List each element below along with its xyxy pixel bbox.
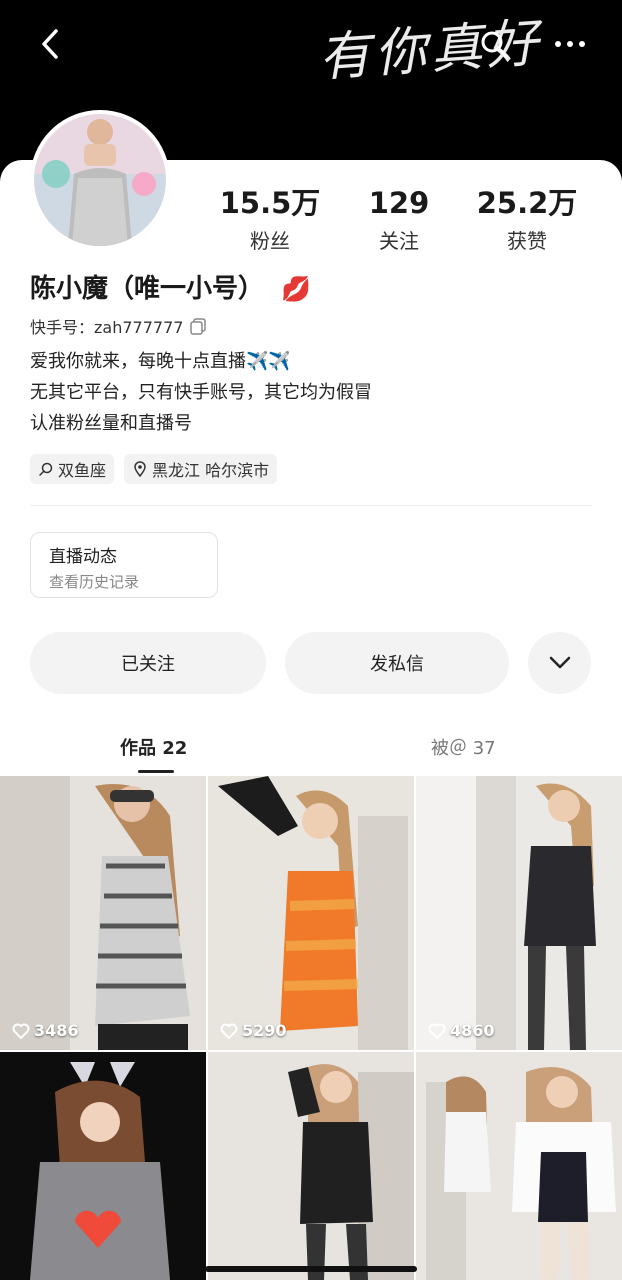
- bio-line: 认准粉丝量和直播号: [30, 413, 192, 434]
- like-count-text: 4860: [450, 1021, 495, 1040]
- like-count-text: 3486: [34, 1021, 79, 1040]
- post-thumbnail[interactable]: [416, 1052, 622, 1280]
- post-thumbnail[interactable]: [208, 1052, 414, 1280]
- profile-tags: 双鱼座 黑龙江 哈尔滨市: [30, 454, 278, 484]
- stat-followers[interactable]: 15.5万 粉丝: [205, 185, 335, 254]
- search-icon: [481, 31, 508, 58]
- divider: [30, 505, 592, 506]
- profile-stats: 15.5万 粉丝 129 关注 25.2万 获赞: [0, 185, 622, 255]
- post-thumbnail[interactable]: 3486: [0, 776, 206, 1050]
- tab-mentions[interactable]: 被＠ 37: [431, 734, 496, 760]
- like-count: 5290: [220, 1021, 287, 1040]
- active-tab-indicator: [138, 770, 174, 773]
- stat-following[interactable]: 129 关注: [334, 185, 464, 254]
- back-button[interactable]: [26, 20, 74, 68]
- stat-label: 关注: [379, 229, 419, 253]
- tab-works[interactable]: 作品 22: [120, 734, 187, 760]
- stat-label: 获赞: [507, 229, 547, 253]
- zodiac-icon: [39, 462, 53, 476]
- kuaishou-id: 快手号：zah777777: [30, 314, 207, 338]
- more-button[interactable]: [546, 20, 594, 68]
- expand-button[interactable]: [528, 632, 591, 694]
- message-button[interactable]: 发私信: [285, 632, 509, 694]
- live-card-title: 直播动态: [49, 547, 117, 567]
- heart-outline-icon: [220, 1023, 238, 1039]
- followed-button[interactable]: 已关注: [30, 632, 266, 694]
- profile-bio: 爱我你就来，每晚十点直播✈️✈️ 无其它平台，只有快手账号，其它均为假冒 认准粉…: [30, 346, 372, 439]
- chevron-down-icon: [549, 656, 570, 669]
- copy-icon: [190, 318, 207, 335]
- stat-value: 129: [368, 186, 430, 220]
- profile-name: 陈小魔（唯一小号） 💋: [30, 268, 311, 305]
- like-count: 3486: [12, 1021, 79, 1040]
- tag-location: 黑龙江 哈尔滨市: [124, 454, 278, 484]
- profile-name-text: 陈小魔（唯一小号）: [30, 274, 265, 304]
- post-thumbnail[interactable]: 5290: [208, 776, 414, 1050]
- like-count-text: 5290: [242, 1021, 287, 1040]
- live-history-card[interactable]: 直播动态 查看历史记录: [30, 532, 218, 598]
- chevron-left-icon: [42, 29, 58, 59]
- home-indicator: [205, 1266, 417, 1272]
- stat-likes[interactable]: 25.2万 获赞: [462, 185, 592, 254]
- stat-value: 15.5万: [219, 186, 321, 220]
- stat-value: 25.2万: [476, 186, 578, 220]
- location-pin-icon: [134, 461, 146, 477]
- bio-line: 无其它平台，只有快手账号，其它均为假冒: [30, 382, 372, 403]
- copy-button[interactable]: [189, 317, 207, 335]
- heart-outline-icon: [12, 1023, 30, 1039]
- search-button[interactable]: [470, 20, 518, 68]
- stat-label: 粉丝: [250, 229, 290, 253]
- content-tabs: 作品 22 被＠ 37: [0, 730, 622, 774]
- tag-text: 双鱼座: [58, 461, 107, 480]
- like-count: 4860: [428, 1021, 495, 1040]
- heart-outline-icon: [428, 1023, 446, 1039]
- post-thumbnail[interactable]: [0, 1052, 206, 1280]
- post-thumbnail[interactable]: 4860: [416, 776, 622, 1050]
- live-card-subtitle: 查看历史记录: [49, 573, 140, 591]
- more-dots-icon: [555, 41, 585, 47]
- posts-grid: 3486 5290 4860: [0, 776, 622, 1280]
- bio-line: 爱我你就来，每晚十点直播✈️✈️: [30, 351, 291, 372]
- tag-text: 黑龙江 哈尔滨市: [152, 461, 270, 480]
- kuaishou-id-text: 快手号：zah777777: [30, 318, 184, 337]
- lips-emoji: 💋: [281, 275, 311, 303]
- tag-zodiac: 双鱼座: [30, 454, 115, 484]
